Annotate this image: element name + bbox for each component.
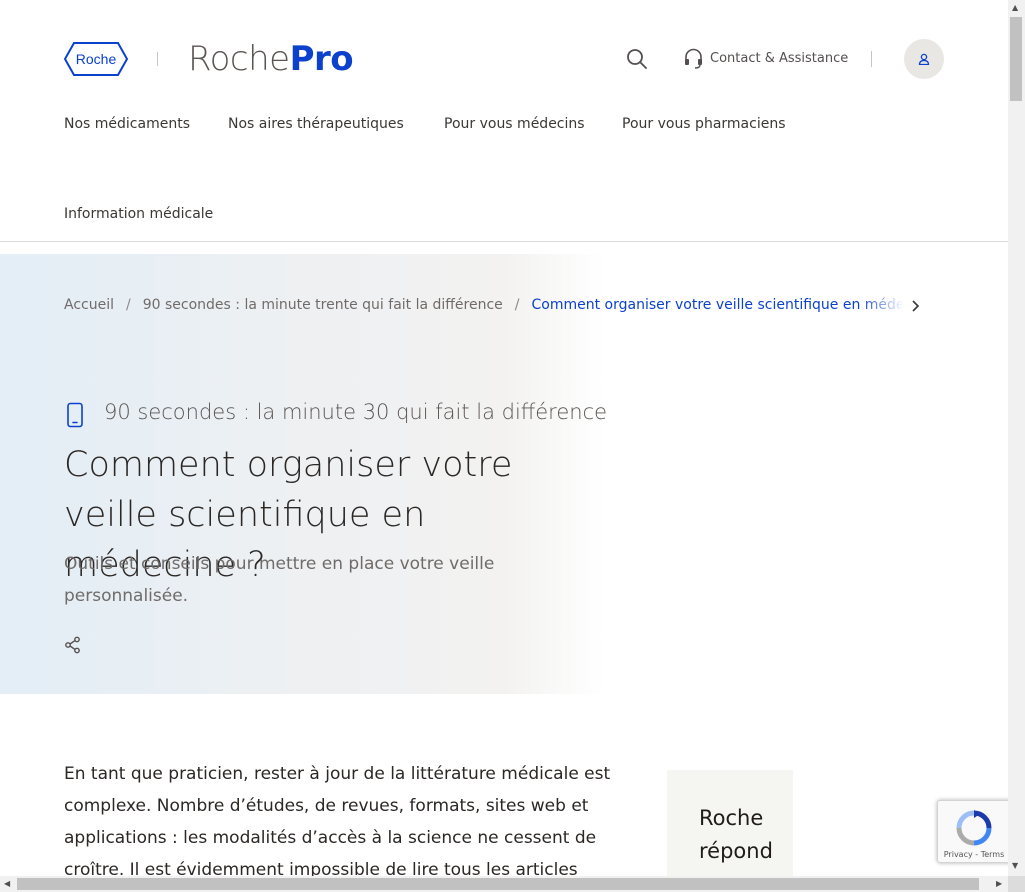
share-button[interactable] [64, 636, 82, 654]
breadcrumb-scroll-button[interactable] [910, 298, 922, 312]
roche-hexagon-logo-icon: Roche [63, 42, 129, 76]
contact-label: Contact & Assistance [710, 51, 849, 66]
nav-item-medecins[interactable]: Pour vous médecins [444, 116, 585, 132]
breadcrumb-90-secondes[interactable]: 90 secondes : la minute trente qui fait … [143, 297, 503, 313]
page: Roche RochePro Contact & Assistance Nos … [0, 0, 1008, 876]
page-subtitle: Outils et conseils pour mettre en place … [64, 554, 495, 606]
share-icon [65, 636, 80, 654]
vertical-scroll-thumb[interactable] [1010, 17, 1022, 101]
account-button[interactable] [904, 39, 944, 79]
scroll-up-arrow[interactable]: ▲ [1012, 4, 1018, 12]
scroll-down-arrow[interactable]: ▼ [1012, 862, 1018, 870]
breadcrumb: Accueil / 90 secondes : la minute trente… [64, 297, 904, 313]
logo-divider [157, 52, 158, 66]
nav-item-information-medicale[interactable]: Information médicale [64, 206, 213, 222]
rochepro-wordmark[interactable]: RochePro [188, 38, 354, 80]
brand-part-2: Pro [289, 39, 354, 79]
header-divider [871, 51, 872, 67]
nav-item-medicaments[interactable]: Nos médicaments [64, 116, 190, 132]
brand-part-1: Roche [188, 39, 290, 79]
scrollbar-corner [1008, 876, 1025, 892]
user-icon [918, 53, 930, 65]
nav-item-pharmaciens[interactable]: Pour vous pharmaciens [622, 116, 786, 132]
breadcrumb-separator: / [514, 297, 520, 313]
contact-assistance-link[interactable]: Contact & Assistance [684, 48, 848, 69]
breadcrumb-separator: / [126, 297, 131, 313]
search-button[interactable] [625, 47, 649, 71]
scroll-left-arrow[interactable]: ◀ [4, 880, 10, 888]
horizontal-scrollbar[interactable]: ◀ ▶ [0, 876, 1008, 892]
chevron-right-icon [912, 300, 920, 312]
horizontal-scroll-thumb[interactable] [17, 878, 979, 890]
breadcrumb-home[interactable]: Accueil [64, 297, 114, 313]
header-divider-line [0, 241, 1008, 242]
article-intro: En tant que praticien, rester à jour de … [64, 764, 611, 876]
roche-logo[interactable]: Roche [63, 42, 129, 76]
smartphone-icon [67, 402, 83, 428]
search-icon [627, 49, 647, 69]
recaptcha-icon [956, 810, 992, 846]
breadcrumb-current: Comment organiser votre veille scientifi… [531, 297, 904, 313]
recaptcha-terms[interactable]: Privacy - Terms [938, 850, 1008, 859]
svg-text:Roche: Roche [76, 51, 117, 67]
scroll-right-arrow[interactable]: ▶ [996, 880, 1002, 888]
nav-item-aires-therapeutiques[interactable]: Nos aires thérapeutiques [228, 116, 404, 132]
recaptcha-badge[interactable]: Privacy - Terms [937, 800, 1008, 863]
vertical-scrollbar[interactable]: ▲ ▼ [1008, 0, 1025, 876]
headset-icon [685, 48, 702, 69]
article-category: 90 secondes : la minute 30 qui fait la d… [104, 400, 608, 424]
category-badge [66, 402, 84, 428]
roche-repond-title: Roche répond [699, 806, 773, 863]
